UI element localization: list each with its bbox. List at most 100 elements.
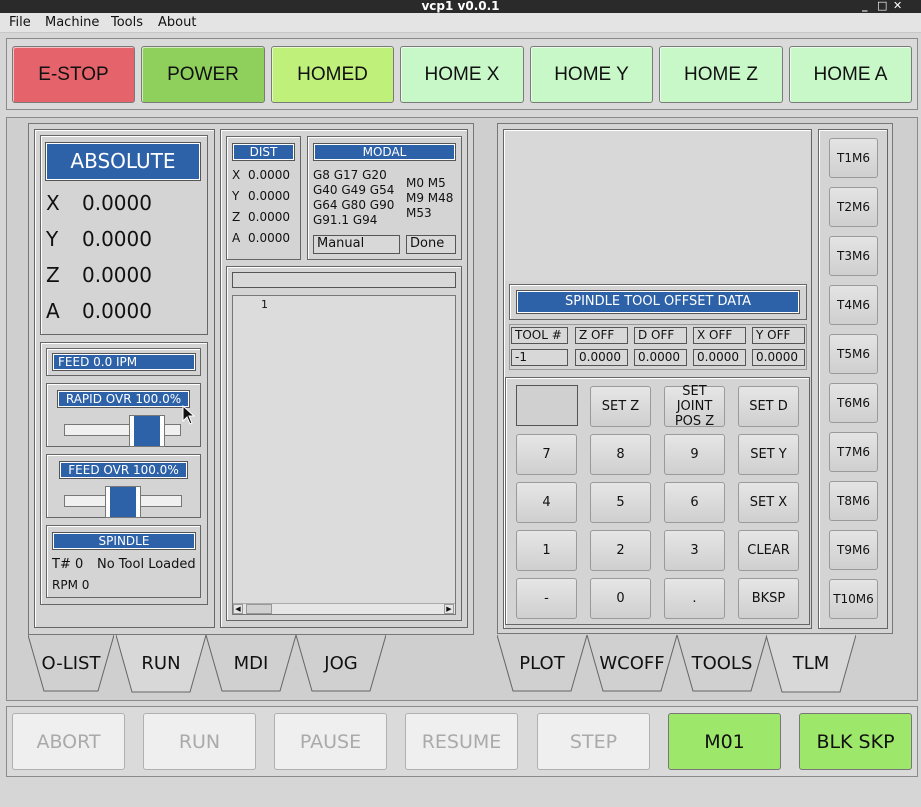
offset-value-y[interactable]: 0.0000 — [752, 349, 805, 366]
t3m6-button[interactable]: T3M6 — [829, 236, 878, 276]
scroll-right-icon[interactable]: ▶ — [444, 604, 454, 614]
tab-run[interactable]: RUN — [116, 635, 206, 693]
scroll-left-icon[interactable]: ◀ — [233, 604, 243, 614]
tab-mdi[interactable]: MDI — [206, 635, 296, 693]
menu-tools[interactable]: Tools — [111, 15, 143, 30]
gcode-editor[interactable]: 1 — [232, 295, 456, 615]
dist-value-y: 0.0000 — [248, 189, 290, 203]
preview-area — [505, 131, 810, 281]
rapid-override-label: RAPID OVR 100.0% — [57, 390, 190, 408]
modal-title: MODAL — [313, 143, 456, 161]
set-x-button[interactable]: SET X — [738, 482, 799, 523]
menu-about[interactable]: About — [158, 15, 196, 30]
offset-header-d: D OFF — [634, 327, 687, 344]
tab-label: TLM — [792, 653, 830, 674]
key-minus-button[interactable]: - — [516, 578, 577, 619]
home-z-button[interactable]: HOME Z — [659, 46, 783, 103]
minimize-icon[interactable]: _ — [862, 0, 868, 12]
t10m6-button[interactable]: T10M6 — [829, 579, 878, 619]
tab-plot[interactable]: PLOT — [497, 635, 587, 693]
modal-mode-field: Manual — [313, 235, 400, 254]
t4m6-button[interactable]: T4M6 — [829, 285, 878, 325]
set-joint-pos-z-button[interactable]: SET JOINT POS Z — [664, 384, 725, 429]
tab-o-list[interactable]: O-LIST — [28, 635, 114, 693]
set-d-button[interactable]: SET D — [738, 386, 799, 427]
editor-hscrollbar[interactable]: ◀ ▶ — [233, 603, 455, 614]
pause-button[interactable]: PAUSE — [274, 713, 387, 770]
feed-override-slider[interactable] — [64, 486, 182, 518]
maximize-icon[interactable]: □ — [877, 0, 887, 12]
scrollbar-thumb[interactable] — [246, 604, 272, 614]
estop-button[interactable]: E-STOP — [12, 46, 135, 103]
t2m6-button[interactable]: T2M6 — [829, 187, 878, 227]
spindle-title: SPINDLE — [52, 532, 196, 550]
key-8-button[interactable]: 8 — [590, 434, 651, 475]
feed-override-label: FEED OVR 100.0% — [59, 461, 188, 479]
pos-z-label: POS Z — [674, 414, 715, 429]
t5m6-button[interactable]: T5M6 — [829, 334, 878, 374]
key-9-button[interactable]: 9 — [664, 434, 725, 475]
menu-machine[interactable]: Machine — [45, 15, 99, 30]
key-2-button[interactable]: 2 — [590, 530, 651, 571]
key-1-button[interactable]: 1 — [516, 530, 577, 571]
abort-button[interactable]: ABORT — [12, 713, 125, 770]
modal-state-field: Done — [406, 235, 456, 254]
tab-tools[interactable]: TOOLS — [677, 635, 767, 693]
tab-label: JOG — [324, 653, 358, 674]
t1m6-button[interactable]: T1M6 — [829, 138, 878, 178]
set-y-button[interactable]: SET Y — [738, 434, 799, 475]
power-button[interactable]: POWER — [141, 46, 265, 103]
offset-value-z[interactable]: 0.0000 — [575, 349, 628, 366]
dist-value-x: 0.0000 — [248, 168, 290, 182]
menu-file[interactable]: File — [9, 15, 31, 30]
key-0-button[interactable]: 0 — [590, 578, 651, 619]
set-z-button[interactable]: SET Z — [590, 386, 651, 427]
homed-button[interactable]: HOMED — [271, 46, 394, 103]
dro-axis-z: Z — [46, 263, 60, 287]
offset-header-tool: TOOL # — [511, 327, 568, 344]
resume-button[interactable]: RESUME — [405, 713, 518, 770]
t6m6-button[interactable]: T6M6 — [829, 383, 878, 423]
feed-rate-label: FEED 0.0 IPM — [52, 353, 196, 371]
modal-gcode-line: G8 G17 G20 — [313, 168, 387, 182]
tab-wcoff[interactable]: WCOFF — [587, 635, 677, 693]
feed-override-handle[interactable] — [105, 486, 141, 518]
dist-axis-y: Y — [232, 189, 240, 203]
backspace-button[interactable]: BKSP — [738, 578, 799, 619]
rapid-override-slider[interactable] — [64, 415, 181, 447]
block-skip-button[interactable]: BLK SKP — [799, 713, 912, 770]
tab-label: MDI — [233, 653, 269, 674]
home-x-button[interactable]: HOME X — [400, 46, 524, 103]
key-4-button[interactable]: 4 — [516, 482, 577, 523]
step-button[interactable]: STEP — [537, 713, 650, 770]
home-a-button[interactable]: HOME A — [789, 46, 912, 103]
dro-value-z: 0.0000 — [82, 263, 152, 287]
key-5-button[interactable]: 5 — [590, 482, 651, 523]
offset-value-tool[interactable]: -1 — [511, 349, 568, 366]
offset-value-x[interactable]: 0.0000 — [693, 349, 746, 366]
key-7-button[interactable]: 7 — [516, 434, 577, 475]
window-title: vcp1 v0.0.1 — [421, 0, 500, 13]
tab-label: TOOLS — [691, 653, 753, 674]
key-6-button[interactable]: 6 — [664, 482, 725, 523]
offset-value-d[interactable]: 0.0000 — [634, 349, 687, 366]
m01-button[interactable]: M01 — [668, 713, 781, 770]
run-button[interactable]: RUN — [143, 713, 256, 770]
t9m6-button[interactable]: T9M6 — [829, 530, 878, 570]
dro-mode-label: ABSOLUTE — [45, 142, 201, 181]
rapid-override-handle[interactable] — [129, 415, 165, 447]
close-icon[interactable]: ✕ — [893, 0, 902, 12]
clear-button[interactable]: CLEAR — [738, 530, 799, 571]
key-dot-button[interactable]: . — [664, 578, 725, 619]
t8m6-button[interactable]: T8M6 — [829, 481, 878, 521]
menu-bar: File Machine Tools About — [0, 13, 921, 33]
key-3-button[interactable]: 3 — [664, 530, 725, 571]
dro-axis-x: X — [46, 191, 60, 215]
tab-tlm[interactable]: TLM — [766, 635, 856, 693]
tab-label: RUN — [141, 653, 181, 674]
tab-jog[interactable]: JOG — [296, 635, 386, 693]
modal-gcode-line: G64 G80 G90 — [313, 198, 395, 212]
t7m6-button[interactable]: T7M6 — [829, 432, 878, 472]
spindle-rpm: RPM 0 — [52, 578, 90, 592]
home-y-button[interactable]: HOME Y — [530, 46, 653, 103]
